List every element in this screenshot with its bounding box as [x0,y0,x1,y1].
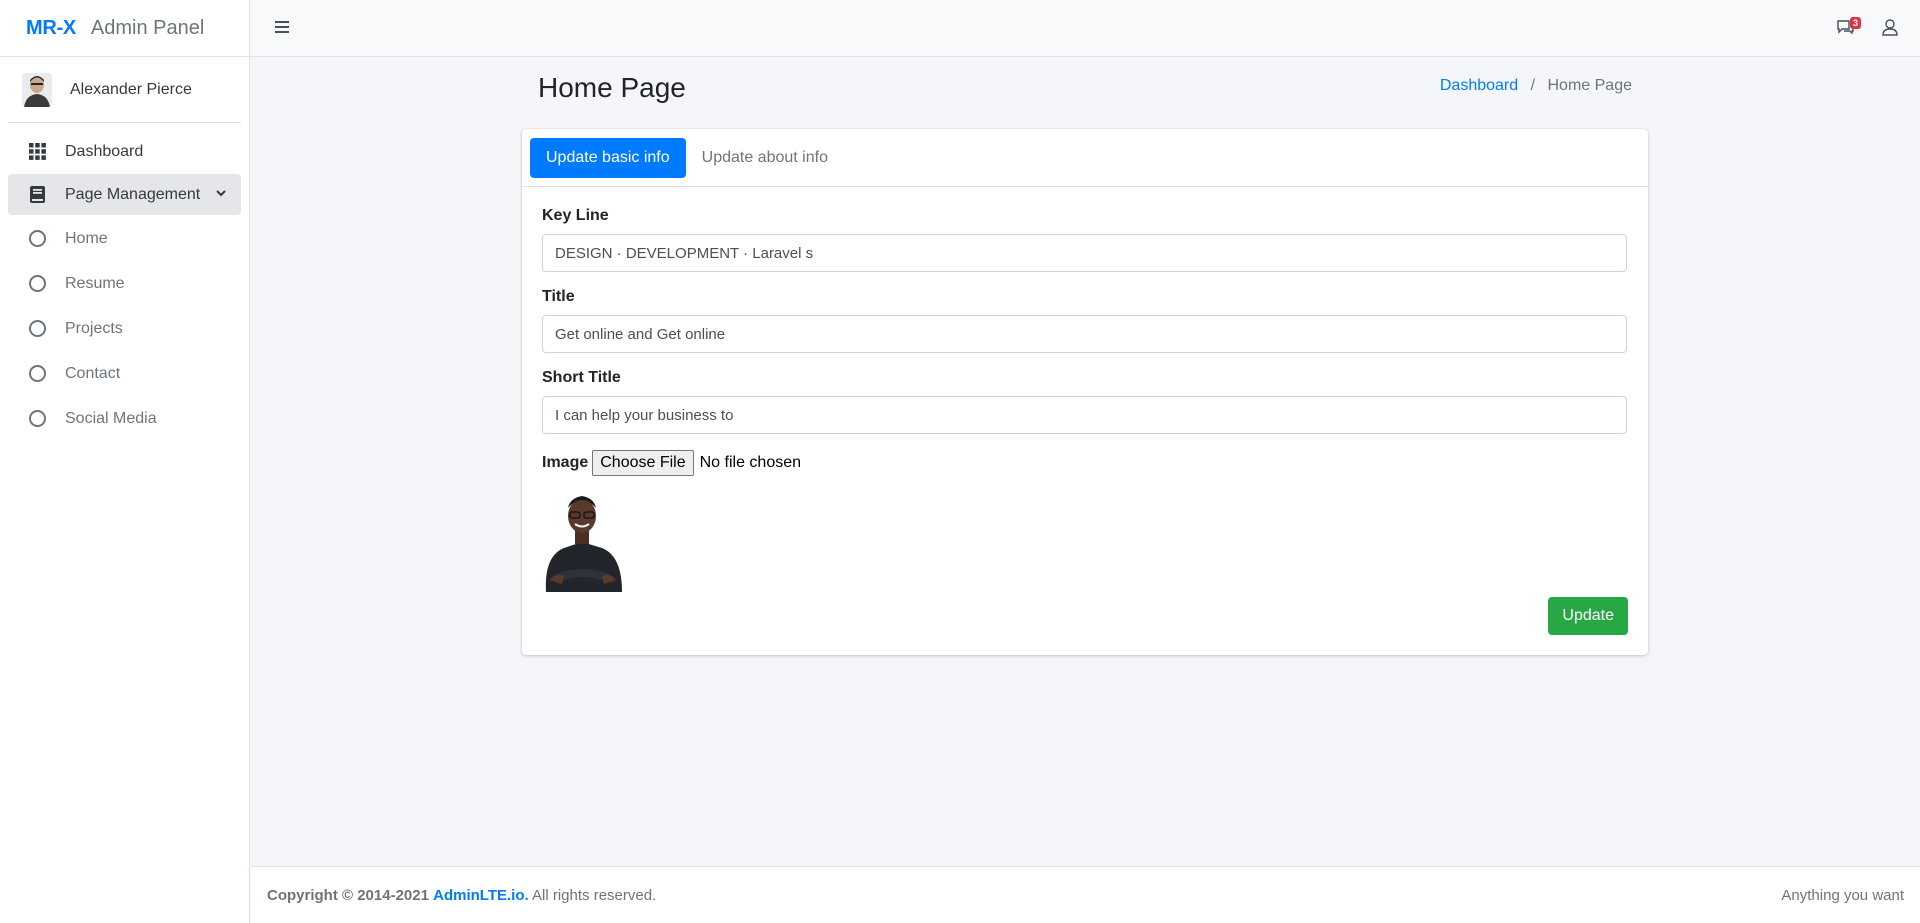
sidebar-item-label: Dashboard [65,142,144,160]
sidebar-item-dashboard[interactable]: Dashboard [8,131,241,172]
title-input[interactable]: Get online and Get online [542,315,1627,353]
sidebar-item-label: Contact [65,364,121,382]
image-file-row: Image Choose File No file chosen [542,450,1628,476]
image-label: Image [542,454,589,471]
brand-logo[interactable]: MR-X [26,17,76,40]
footer-copyright-suffix: All rights reserved. [532,886,657,904]
circle-icon [28,365,46,383]
key-line-label: Key Line [542,207,609,224]
short-title-input[interactable]: I can help your business to [542,396,1627,434]
circle-icon [28,410,46,428]
title-label: Title [542,288,575,305]
sidebar-item-contact[interactable]: Contact [8,352,241,395]
user-panel: Alexander Pierce [8,57,241,123]
sidebar-item-social-media[interactable]: Social Media [8,397,241,440]
card-tabs: Update basic info Update about info [522,129,1648,187]
key-line-group: Key Line DESIGN · DEVELOPMENT · Laravel … [542,207,1628,272]
brand-text[interactable]: Admin Panel [91,17,204,40]
footer-right-text: Anything you want [1781,886,1904,904]
tab-update-basic-info[interactable]: Update basic info [530,137,686,178]
brand[interactable]: MR-X Admin Panel [0,0,249,57]
footer: Copyright © 2014-2021 AdminLTE.io. All r… [251,866,1920,923]
topbar: 3 [251,0,1920,57]
footer-copyright: Copyright © 2014-2021 AdminLTE.io. All r… [267,887,656,904]
choose-file-button[interactable]: Choose File [592,450,694,476]
file-status: No file chosen [699,454,802,471]
sidebar-item-label: Page Management [65,185,201,203]
tab-update-about-info[interactable]: Update about info [686,138,844,178]
sidebar-item-label: Projects [65,319,123,337]
short-title-label: Short Title [542,369,621,386]
breadcrumb-current: Home Page [1547,77,1633,94]
key-line-input[interactable]: DESIGN · DEVELOPMENT · Laravel s [542,234,1627,272]
sidebar-item-projects[interactable]: Projects [8,307,241,350]
update-button[interactable]: Update [1548,597,1628,635]
messages-badge: 3 [1849,17,1861,29]
sidebar-submenu: Home Resume Projects Contact Social Medi… [8,217,241,440]
short-title-group: Short Title I can help your business to [542,369,1628,434]
content-header: Home Page Dashboard / Home Page [538,72,1632,104]
footer-brand-link[interactable]: AdminLTE.io. [433,887,529,904]
form-card: Update basic info Update about info Key … [522,129,1648,655]
hamburger-menu-icon[interactable] [275,20,289,39]
circle-icon [28,230,46,248]
sidebar-item-page-management[interactable]: Page Management [8,174,241,215]
breadcrumb-dashboard-link[interactable]: Dashboard [1440,77,1518,94]
sidebar-item-label: Social Media [65,409,157,427]
grid-icon [28,143,46,161]
breadcrumb: Dashboard / Home Page [1440,77,1632,95]
footer-copyright-prefix: Copyright © 2014-2021 [267,886,429,904]
title-group: Title Get online and Get online [542,288,1628,353]
user-icon[interactable] [1882,19,1898,41]
circle-icon [28,320,46,338]
sidebar: MR-X Admin Panel Alexander Pierce Dashbo… [0,0,250,923]
breadcrumb-separator: / [1530,77,1536,94]
user-name[interactable]: Alexander Pierce [70,81,192,99]
sidebar-item-label: Home [65,229,108,247]
image-preview [542,484,624,592]
circle-icon [28,275,46,293]
avatar[interactable] [22,72,52,107]
sidebar-item-label: Resume [65,274,125,292]
sidebar-item-resume[interactable]: Resume [8,262,241,305]
card-body: Key Line DESIGN · DEVELOPMENT · Laravel … [522,187,1648,635]
book-icon [28,186,46,204]
sidebar-item-home[interactable]: Home [8,217,241,260]
chevron-down-icon[interactable] [215,186,227,204]
sidebar-nav: Dashboard Page Management Home Resume Pr… [0,123,249,450]
